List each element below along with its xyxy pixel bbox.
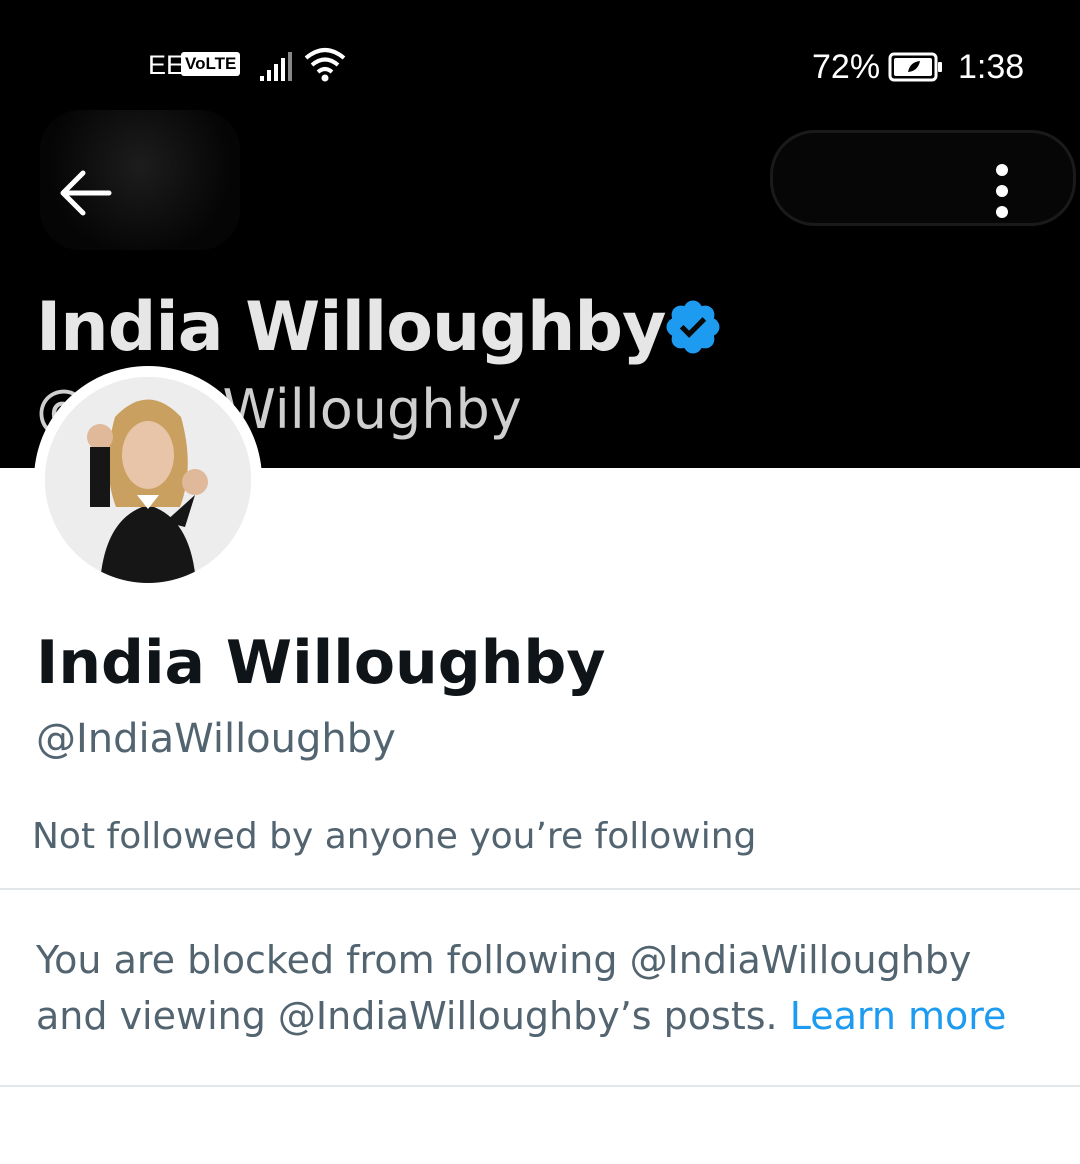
clock-time: 1:38 (958, 48, 1025, 86)
display-name: India Willoughby (36, 628, 606, 698)
banner-name-text: India Willoughby (36, 288, 666, 367)
status-bar: EE VoLTE 72% 1:38 (0, 0, 1080, 130)
volte-badge: VoLTE (181, 52, 241, 76)
blocked-notice: You are blocked from following @IndiaWil… (36, 932, 1046, 1044)
divider (0, 888, 1080, 890)
battery-percent: 72% (812, 48, 881, 86)
user-handle: @IndiaWilloughby (36, 716, 396, 762)
followers-you-know: Not followed by anyone you’re following (32, 816, 757, 857)
learn-more-link[interactable]: Learn more (790, 994, 1007, 1038)
avatar-image (45, 377, 251, 583)
banner-background-shape (770, 130, 1076, 226)
divider (0, 1085, 1080, 1087)
verified-badge-icon (666, 300, 720, 354)
more-vertical-icon[interactable] (982, 160, 1022, 224)
arrow-left-icon[interactable] (55, 165, 115, 221)
signal-icon (260, 52, 292, 81)
avatar[interactable] (34, 366, 262, 594)
carrier-label: EE (148, 50, 185, 80)
wifi-icon (304, 48, 346, 82)
battery-icon (888, 52, 942, 82)
